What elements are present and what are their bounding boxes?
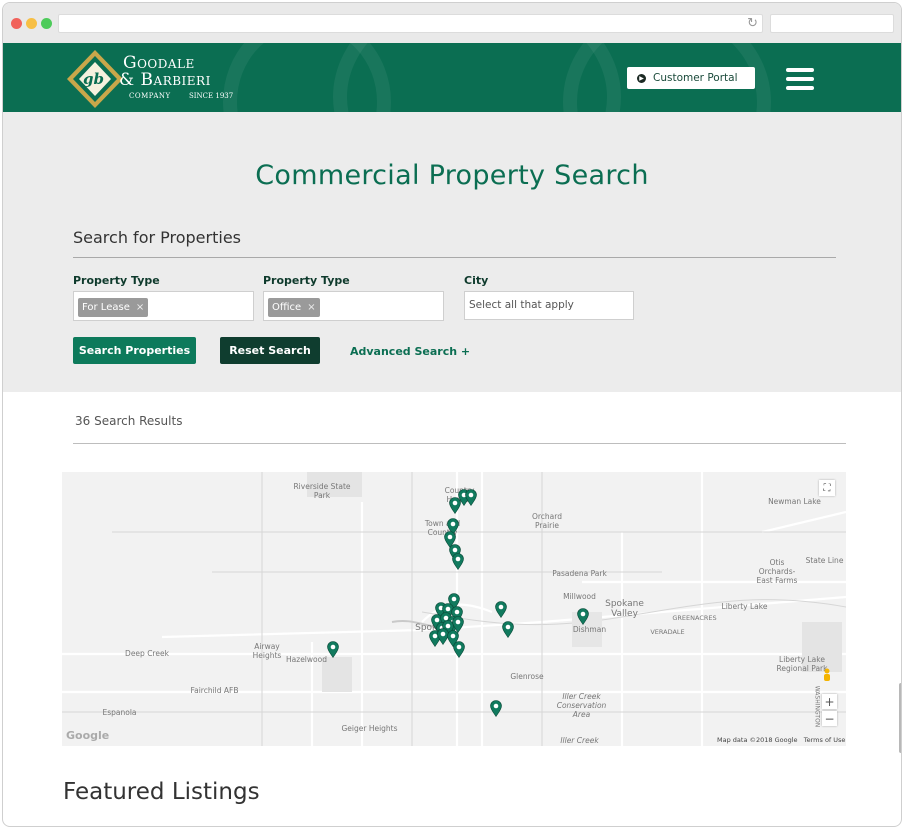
map-data-text: Map data ©2018 Google xyxy=(717,736,798,744)
map-label: Newman Lake xyxy=(768,497,821,506)
address-bar[interactable]: ↻ xyxy=(58,14,763,33)
map-pin-icon[interactable] xyxy=(449,497,461,514)
section-divider xyxy=(73,257,836,258)
logo-since-text: SINCE 1937 xyxy=(189,92,234,100)
reload-icon[interactable]: ↻ xyxy=(747,15,758,32)
close-window-dot[interactable] xyxy=(11,18,22,29)
map-pin-icon[interactable] xyxy=(453,641,465,658)
map-pin-icon[interactable] xyxy=(577,608,589,625)
search-properties-button[interactable]: Search Properties xyxy=(73,337,196,364)
map-label: Liberty Lake xyxy=(721,602,768,611)
selected-chip: For Lease × xyxy=(78,298,149,317)
map-attribution: Map data ©2018 Google Terms of Use xyxy=(717,736,845,744)
map-label: Hazelwood xyxy=(286,655,327,664)
fullscreen-icon[interactable]: ⛶ xyxy=(819,480,835,496)
property-type-label: Property Type xyxy=(263,274,350,287)
hamburger-icon xyxy=(786,77,814,81)
chip-label: For Lease xyxy=(82,302,130,313)
logo-name-line2: & Barbieri xyxy=(119,70,211,90)
map-label: State Line xyxy=(805,556,844,565)
svg-text:gb: gb xyxy=(83,70,104,88)
remove-chip-icon[interactable]: × xyxy=(307,302,315,313)
google-logo: Google xyxy=(66,729,110,742)
city-label: City xyxy=(464,274,489,287)
results-divider xyxy=(73,443,846,444)
map-pin-icon[interactable] xyxy=(465,489,477,506)
browser-search-bar[interactable] xyxy=(770,14,894,33)
menu-button[interactable] xyxy=(786,68,814,92)
maximize-window-dot[interactable] xyxy=(41,18,52,29)
map-label: Dishman xyxy=(572,625,607,634)
map-label: Spokane Valley xyxy=(605,599,644,619)
map-label: Espanola xyxy=(102,708,137,717)
map-label: Riverside State Park xyxy=(293,482,351,500)
property-type-lease-select[interactable]: For Lease × xyxy=(73,291,254,321)
map-label: GREENACRES xyxy=(672,614,717,622)
map-pin-icon[interactable] xyxy=(452,553,464,570)
remove-chip-icon[interactable]: × xyxy=(136,302,144,313)
advanced-search-link[interactable]: Advanced Search + xyxy=(350,345,470,358)
site-header: gb Goodale & Barbieri COMPANY SINCE 1937… xyxy=(3,43,901,112)
featured-listings-heading: Featured Listings xyxy=(63,779,260,805)
zoom-out-button[interactable]: − xyxy=(822,711,837,726)
map-label: Orchard Prairie xyxy=(531,512,562,530)
customer-portal-button[interactable]: ▶ Customer Portal xyxy=(627,67,755,89)
terms-of-use-link[interactable]: Terms of Use xyxy=(804,736,846,744)
arrow-circle-icon: ▶ xyxy=(637,73,646,83)
map-label: Otis Orchards-East Farms xyxy=(756,558,798,585)
zoom-in-button[interactable]: + xyxy=(822,694,837,709)
map-label: Iller Creek Conservation Area xyxy=(556,692,607,719)
search-panel: Commercial Property Search Search for Pr… xyxy=(3,112,901,392)
map-label: Geiger Heights xyxy=(341,724,398,733)
map-label: Fairchild AFB xyxy=(190,686,239,695)
map-label: Deep Creek xyxy=(125,649,169,658)
map-label: Glenrose xyxy=(510,672,544,681)
results-count: 36 Search Results xyxy=(75,414,183,428)
page-title: Commercial Property Search xyxy=(255,160,649,191)
search-section-title: Search for Properties xyxy=(73,228,241,247)
map-pin-icon[interactable] xyxy=(495,601,507,618)
header-background-arch xyxy=(223,43,391,112)
map-label: Pasadena Park xyxy=(552,569,607,578)
minimize-window-dot[interactable] xyxy=(26,18,37,29)
browser-window: ↻ gb Goodale & Barbieri COMPANY SINCE 19… xyxy=(2,2,902,827)
chip-label: Office xyxy=(272,302,302,313)
city-select[interactable]: Select all that apply xyxy=(464,291,634,320)
property-map[interactable]: Riverside State Park Country Homes Town … xyxy=(62,472,846,746)
map-label: VERADALE xyxy=(650,628,685,636)
map-pin-icon[interactable] xyxy=(490,700,502,717)
logo-company-text: COMPANY xyxy=(129,92,171,100)
customer-portal-label: Customer Portal xyxy=(653,72,738,84)
map-label: WASHINGTON xyxy=(813,685,821,728)
map-pin-icon[interactable] xyxy=(502,621,514,638)
street-view-pegman-icon[interactable] xyxy=(822,668,836,684)
hamburger-icon xyxy=(786,68,814,72)
map-pin-icon[interactable] xyxy=(327,641,339,658)
browser-chrome: ↻ xyxy=(3,3,901,44)
selected-chip: Office × xyxy=(268,298,320,317)
hamburger-icon xyxy=(786,86,814,90)
map-label: Iller Creek xyxy=(560,736,599,745)
company-logo[interactable]: gb Goodale & Barbieri COMPANY SINCE 1937 xyxy=(67,48,247,108)
property-type-label: Property Type xyxy=(73,274,160,287)
city-placeholder: Select all that apply xyxy=(469,299,574,311)
scrollbar-thumb[interactable] xyxy=(899,683,901,753)
property-type-office-select[interactable]: Office × xyxy=(263,291,444,321)
logo-emblem-icon: gb xyxy=(67,50,123,108)
reset-search-button[interactable]: Reset Search xyxy=(220,337,320,364)
